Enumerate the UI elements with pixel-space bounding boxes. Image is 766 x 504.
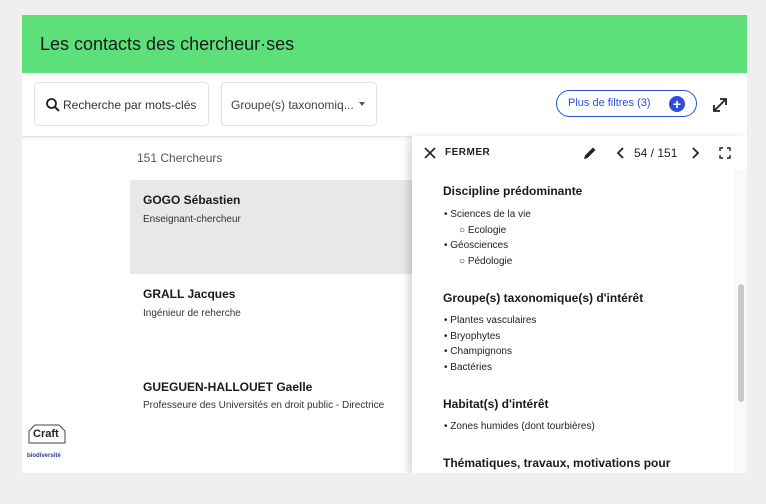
researcher-role: Enseignant-chercheur: [143, 214, 241, 225]
close-icon[interactable]: [424, 147, 436, 159]
list-item: ○ Pédologie: [459, 256, 513, 267]
page-title: Les contacts des chercheur·ses: [40, 34, 295, 54]
section-title: Groupe(s) taxonomique(s) d'intérêt: [443, 291, 644, 305]
pager-counter: 54 / 151: [634, 146, 678, 160]
close-button[interactable]: FERMER: [445, 147, 490, 158]
page-header: Les contacts des chercheur·ses: [22, 15, 747, 73]
list-item[interactable]: GUEGUEN-HALLOUET Gaelle Professeure des …: [130, 368, 430, 462]
filter-bar: Recherche par mots-clés Groupe(s) taxono…: [22, 73, 747, 137]
researcher-name: GRALL Jacques: [143, 287, 236, 301]
pencil-icon[interactable]: [582, 145, 598, 161]
researcher-detail-panel: FERMER 54 / 151 Discipline prédominante …: [412, 136, 747, 473]
panel-toolbar: FERMER 54 / 151: [412, 136, 747, 170]
list-item: • Plantes vasculaires: [444, 315, 537, 326]
more-filters-button[interactable]: Plus de filtres (3) +: [556, 90, 697, 117]
researcher-name: GOGO Sébastien: [143, 193, 241, 207]
list-item[interactable]: GOGO Sébastien Enseignant-chercheur: [130, 180, 430, 274]
more-filters-label: Plus de filtres (3): [568, 97, 651, 109]
fullscreen-icon[interactable]: [719, 147, 731, 159]
taxonomic-group-label: Groupe(s) taxonomiq...: [231, 98, 354, 112]
section-title: Habitat(s) d'intérêt: [443, 397, 549, 411]
search-input[interactable]: Recherche par mots-clés: [34, 82, 209, 126]
plus-icon: +: [669, 96, 685, 112]
list-item: ○ Ecologie: [459, 225, 507, 236]
chevron-left-icon[interactable]: [616, 146, 626, 160]
list-item: • Champignons: [444, 346, 512, 357]
list-item: • Bryophytes: [444, 331, 501, 342]
list-item: • Zones humides (dont tourbières): [444, 421, 595, 432]
panel-content: Discipline prédominante • Sciences de la…: [412, 170, 734, 473]
section-title: Discipline prédominante: [443, 184, 583, 198]
researcher-role: Ingénieur de reherche: [143, 308, 241, 319]
taxonomic-group-select[interactable]: Groupe(s) taxonomiq...: [221, 82, 377, 126]
section-title: Thématiques, travaux, motivations pour: [443, 456, 671, 470]
search-placeholder: Recherche par mots-clés: [63, 98, 197, 112]
app-window: Les contacts des chercheur·ses Recherche…: [22, 15, 747, 473]
result-count: 151 Chercheurs: [137, 151, 223, 165]
expand-icon[interactable]: [711, 96, 729, 114]
craft-logo: Craft: [27, 423, 67, 445]
list-item: • Géosciences: [444, 240, 509, 251]
researcher-role: Professeure des Universités en droit pub…: [143, 400, 385, 411]
list-item[interactable]: GRALL Jacques Ingénieur de reherche: [130, 274, 430, 368]
researcher-name: GUEGUEN-HALLOUET Gaelle: [143, 380, 313, 394]
chevron-down-icon: [359, 102, 365, 106]
list-item: • Sciences de la vie: [444, 209, 531, 220]
scrollbar-thumb[interactable]: [738, 284, 744, 402]
list-item: • Bactéries: [444, 362, 492, 373]
search-icon: [46, 98, 60, 112]
biodiversity-logo: biodiversité: [27, 453, 61, 459]
chevron-right-icon[interactable]: [690, 146, 700, 160]
